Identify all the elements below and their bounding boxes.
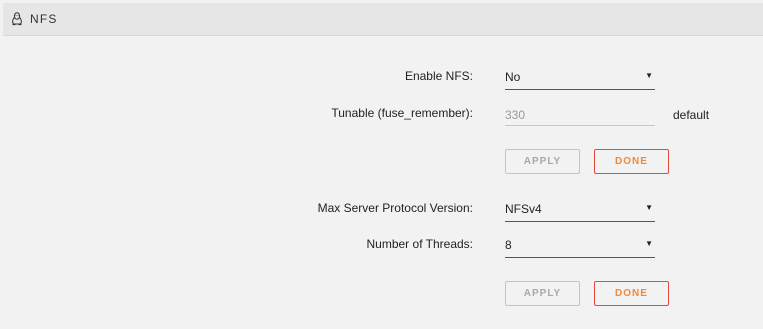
tunable-default-hint: default [673, 108, 710, 122]
protocol-version-value: NFSv4 [505, 202, 542, 216]
done-button[interactable]: DONE [594, 281, 669, 306]
panel-header: NFS [3, 3, 763, 36]
protocol-version-label: Max Server Protocol Version: [317, 201, 473, 215]
chevron-down-icon: ▼ [645, 203, 653, 212]
chevron-down-icon: ▼ [645, 239, 653, 248]
linux-penguin-icon [12, 12, 22, 26]
enable-nfs-value: No [505, 70, 521, 84]
enable-nfs-label: Enable NFS: [404, 69, 473, 83]
protocol-version-select[interactable]: NFSv4 ▼ [505, 199, 655, 222]
threads-value: 8 [505, 238, 512, 252]
done-button[interactable]: DONE [594, 149, 669, 174]
apply-button[interactable]: APPLY [505, 281, 580, 306]
tunable-input[interactable] [505, 104, 655, 126]
enable-nfs-select[interactable]: No ▼ [505, 67, 655, 90]
apply-button[interactable]: APPLY [505, 149, 580, 174]
tunable-label: Tunable (fuse_remember): [331, 106, 473, 120]
threads-select[interactable]: 8 ▼ [505, 235, 655, 258]
chevron-down-icon: ▼ [645, 71, 653, 80]
threads-label: Number of Threads: [366, 237, 474, 251]
panel-title: NFS [30, 12, 58, 26]
